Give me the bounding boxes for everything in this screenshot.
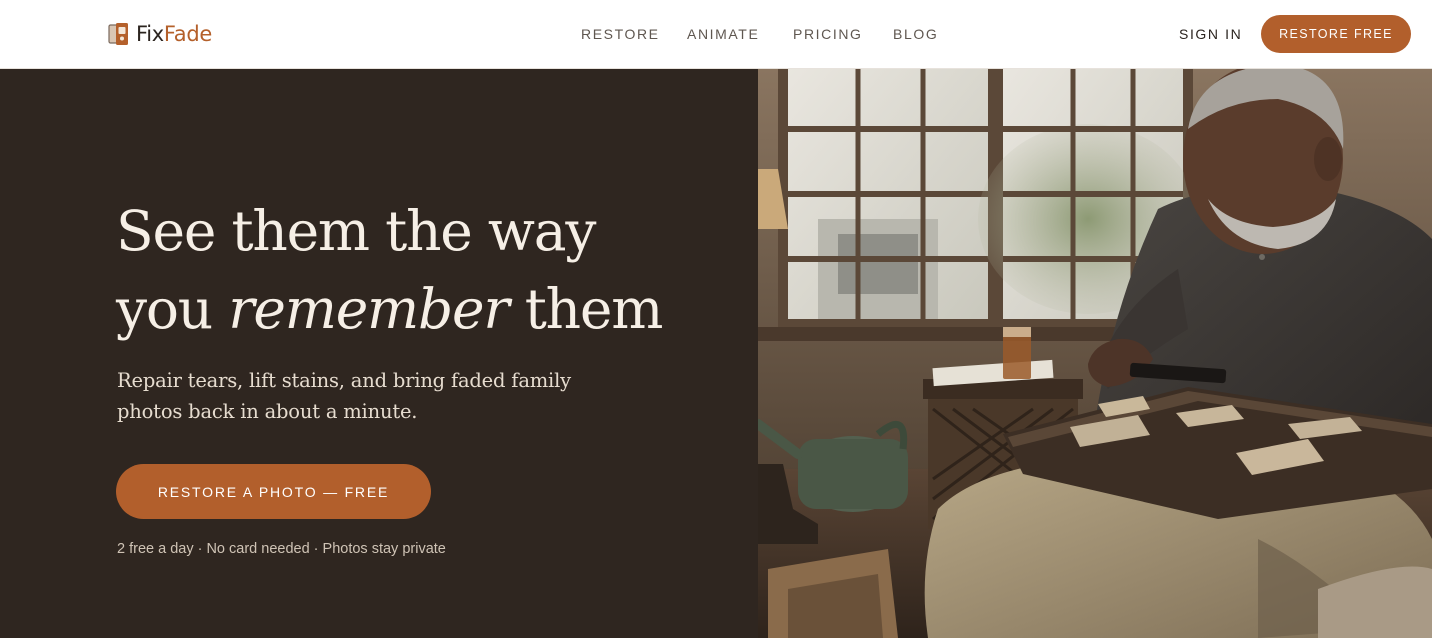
photo-frame-icon bbox=[108, 23, 128, 45]
hero-section: See them the way you remember them Repai… bbox=[0, 69, 758, 638]
shirt-button bbox=[1259, 254, 1265, 260]
nav-animate[interactable]: ANIMATE bbox=[687, 24, 759, 44]
nav-restore[interactable]: RESTORE bbox=[581, 24, 660, 44]
restore-free-button[interactable]: RESTORE FREE bbox=[1261, 15, 1411, 53]
headline-you: you bbox=[116, 277, 229, 341]
restore-photo-button[interactable]: RESTORE A PHOTO — FREE bbox=[116, 464, 431, 519]
hero-illustration bbox=[758, 69, 1432, 638]
logo[interactable]: FixFade bbox=[108, 20, 212, 48]
tea-glass bbox=[1003, 327, 1031, 379]
headline-line-1: See them the way bbox=[116, 199, 596, 263]
headline-them: them bbox=[508, 277, 664, 341]
logo-fade: Fade bbox=[163, 22, 212, 46]
sign-in-link[interactable]: SIGN IN bbox=[1179, 24, 1242, 44]
hero-subhead: Repair tears, lift stains, and bring fad… bbox=[117, 369, 571, 423]
hero-fineprint: 2 free a day · No card needed · Photos s… bbox=[117, 541, 446, 557]
window-left bbox=[778, 69, 998, 334]
hero-photo bbox=[758, 69, 1432, 638]
logo-fix: Fix bbox=[136, 22, 164, 46]
nav-pricing[interactable]: PRICING bbox=[793, 24, 863, 44]
site-header: FixFade RESTORE ANIMATE PRICING BLOG SIG… bbox=[0, 0, 1432, 69]
headline-line-2: you remember them bbox=[116, 270, 676, 348]
nav-blog[interactable]: BLOG bbox=[893, 24, 938, 44]
hero-headline: See them the way you remember them bbox=[116, 192, 676, 348]
headline-emphasis: remember bbox=[228, 277, 509, 341]
man-head bbox=[1183, 69, 1344, 254]
logo-wordmark: FixFade bbox=[136, 20, 212, 48]
